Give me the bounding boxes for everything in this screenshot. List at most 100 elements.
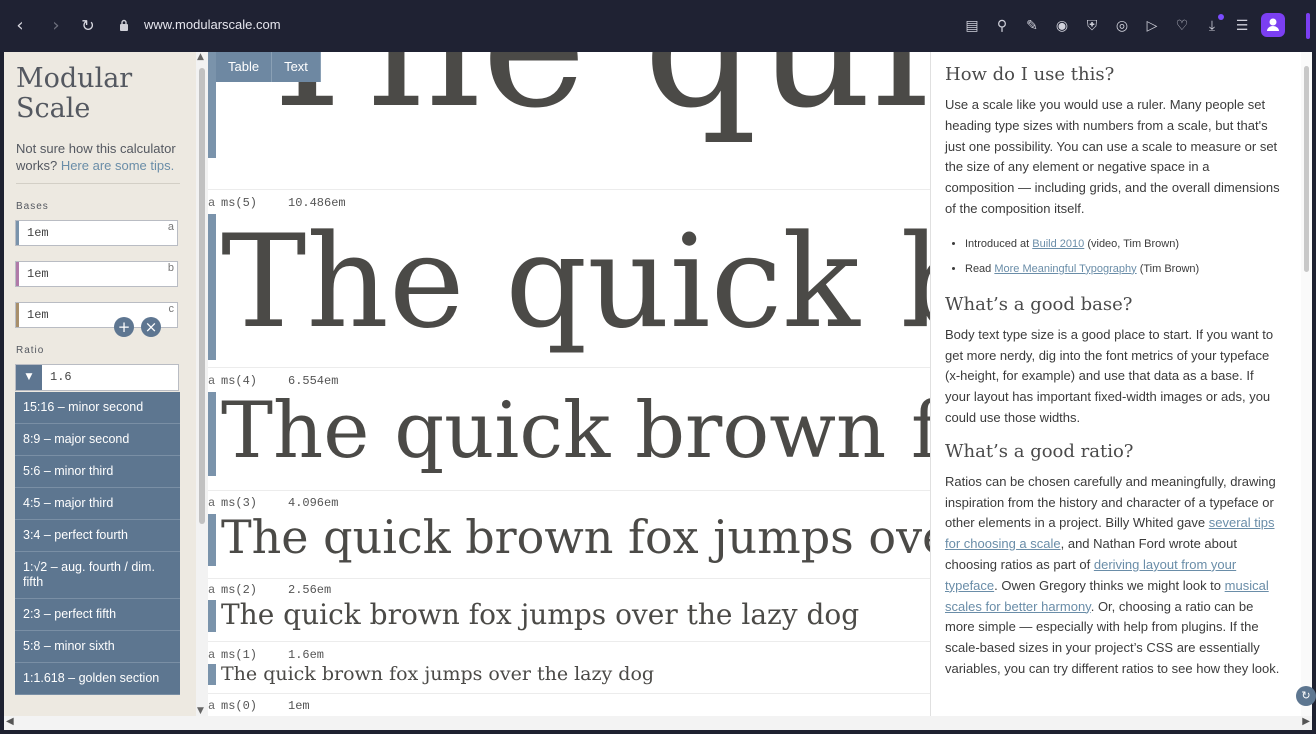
divider bbox=[16, 183, 180, 184]
ratio-label: Ratio bbox=[16, 345, 45, 356]
base-a-field[interactable]: 1em a bbox=[15, 220, 178, 246]
meaningful-typography-link[interactable]: More Meaningful Typography bbox=[994, 263, 1136, 275]
logo-line-2: Scale bbox=[16, 93, 91, 124]
profile-icon[interactable] bbox=[1261, 13, 1285, 37]
help-heading-base: What’s a good base? bbox=[945, 293, 1133, 315]
site-logo[interactable]: Modular Scale bbox=[16, 64, 132, 124]
base-a-value[interactable]: 1em bbox=[27, 226, 49, 240]
sidebar-scrollbar[interactable]: ▲ ▼ bbox=[196, 52, 208, 716]
menu-icon[interactable]: ☰ bbox=[1232, 16, 1252, 36]
scale-bar bbox=[208, 514, 216, 566]
base-b-value[interactable]: 1em bbox=[27, 267, 49, 281]
tab-table[interactable]: Table bbox=[216, 52, 273, 82]
help-links-list: Introduced at Build 2010 (video, Tim Bro… bbox=[945, 232, 1281, 282]
shield-icon[interactable]: ⛨ bbox=[1082, 16, 1102, 36]
help-scrollbar[interactable] bbox=[1301, 52, 1312, 716]
sample-text: The quick brown fox bbox=[221, 386, 930, 476]
row-divider bbox=[208, 578, 930, 579]
base-b-field[interactable]: 1em b bbox=[15, 261, 178, 287]
scroll-left-icon[interactable]: ◀ bbox=[6, 716, 14, 727]
scroll-up-icon[interactable]: ▲ bbox=[197, 52, 204, 62]
em-value: 1.6em bbox=[288, 648, 325, 662]
translate-icon[interactable]: ◎ bbox=[1112, 16, 1132, 36]
edit-icon[interactable]: ✎ bbox=[1022, 16, 1042, 36]
help-heading-ratio: What’s a good ratio? bbox=[945, 440, 1134, 462]
ratio-option[interactable]: 1:√2 – aug. fourth / dim. fifth bbox=[15, 552, 180, 599]
base-a-key: a bbox=[167, 221, 174, 233]
help-panel: How do I use this? Use a scale like you … bbox=[930, 52, 1312, 716]
send-icon[interactable]: ▷ bbox=[1142, 16, 1162, 36]
scale-bar bbox=[208, 52, 216, 158]
list-item-text: (video, Tim Brown) bbox=[1084, 237, 1180, 250]
base-b-color-bar bbox=[16, 262, 19, 286]
tab-text[interactable]: Text bbox=[272, 52, 321, 82]
ratio-input[interactable]: 1.6 bbox=[50, 370, 72, 384]
remove-base-button[interactable]: × bbox=[141, 317, 161, 337]
row-divider bbox=[208, 693, 930, 694]
help-paragraph: Body text type size is a good place to s… bbox=[945, 326, 1274, 425]
base-marker: a bbox=[208, 196, 216, 210]
list-item: Introduced at Build 2010 (video, Tim Bro… bbox=[965, 232, 1281, 257]
add-base-button[interactable]: + bbox=[114, 317, 134, 337]
ratio-option[interactable]: 3:4 – perfect fourth bbox=[15, 520, 180, 552]
ratio-option[interactable]: 4:5 – major third bbox=[15, 488, 180, 520]
scale-row-ms0: a ms(0) 1em bbox=[208, 699, 930, 716]
forward-icon[interactable]: › bbox=[44, 14, 68, 38]
step-label: ms(1) bbox=[221, 648, 258, 662]
reader-view-icon[interactable]: ▤ bbox=[962, 16, 982, 36]
scale-bar bbox=[208, 214, 216, 360]
ratio-option[interactable]: 15:16 – minor second bbox=[15, 392, 180, 424]
camera-icon[interactable]: ◉ bbox=[1052, 16, 1072, 36]
ratio-option[interactable]: 2:3 – perfect fifth bbox=[15, 599, 180, 631]
back-icon[interactable]: ‹ bbox=[8, 14, 32, 38]
base-marker: a bbox=[208, 374, 216, 388]
scale-row-ms1: a ms(1) 1.6em The quick brown fox jumps … bbox=[208, 648, 930, 696]
ratio-option[interactable]: 1:1.618 – golden section bbox=[15, 663, 180, 695]
paragraph-text: . Owen Gregory thinks we might look to bbox=[994, 577, 1225, 593]
scale-row-ms4: a ms(4) 6.554em The quick brown fox bbox=[208, 374, 930, 491]
sample-text: The quic bbox=[248, 52, 930, 147]
help-paragraph: Ratios can be chosen carefully and meani… bbox=[945, 472, 1281, 680]
sample-text: The quick brown fox jumps over the lazy … bbox=[221, 598, 860, 631]
browser-toolbar: ‹ › ↻ www.modularscale.com ▤ ⚲ ✎ ◉ ⛨ ◎ ▷… bbox=[0, 0, 1316, 52]
heart-icon[interactable]: ♡ bbox=[1172, 16, 1192, 36]
scroll-down-icon[interactable]: ▼ bbox=[197, 706, 204, 716]
tips-link[interactable]: Here are some tips. bbox=[61, 158, 174, 173]
help-paragraph: Use a scale like you would use a ruler. … bbox=[945, 97, 1280, 216]
chevron-down-icon[interactable]: ▼ bbox=[16, 365, 42, 390]
scale-row-ms2: a ms(2) 2.56em The quick brown fox jumps… bbox=[208, 583, 930, 642]
scale-bar bbox=[208, 600, 216, 632]
scroll-thumb[interactable] bbox=[199, 68, 205, 524]
notification-dot bbox=[1218, 14, 1224, 20]
ratio-option[interactable]: 5:8 – minor sixth bbox=[15, 631, 180, 663]
em-value: 4.096em bbox=[288, 496, 339, 510]
ratio-select[interactable]: ▼ 1.6 bbox=[15, 364, 179, 391]
list-item-text: Introduced at bbox=[965, 237, 1033, 250]
scroll-thumb[interactable] bbox=[1304, 66, 1309, 272]
horizontal-scrollbar[interactable]: ◀ ▶ bbox=[4, 716, 1312, 730]
help-heading-usage: How do I use this? bbox=[945, 64, 1115, 85]
refresh-icon[interactable]: ↻ bbox=[1296, 686, 1316, 706]
scroll-right-icon[interactable]: ▶ bbox=[1302, 716, 1310, 727]
ratio-option[interactable]: 8:9 – major second bbox=[15, 424, 180, 456]
base-a-color-bar bbox=[16, 221, 19, 245]
reload-icon[interactable]: ↻ bbox=[76, 14, 100, 38]
bases-label: Bases bbox=[16, 201, 49, 212]
base-marker: a bbox=[208, 699, 216, 713]
base-c-value[interactable]: 1em bbox=[27, 308, 49, 322]
base-marker: a bbox=[208, 648, 216, 662]
step-label: ms(0) bbox=[221, 699, 258, 713]
tips-text: Not sure how this calculator works? Here… bbox=[16, 140, 184, 174]
list-item-text: (Tim Brown) bbox=[1136, 262, 1200, 275]
web-page: Modular Scale Not sure how this calculat… bbox=[4, 52, 1312, 716]
build-2010-link[interactable]: Build 2010 bbox=[1032, 238, 1084, 250]
list-item-text: Read bbox=[965, 262, 995, 275]
scale-row-ms5: a ms(5) 10.486em The quick bro bbox=[208, 196, 930, 368]
address-bar[interactable]: www.modularscale.com bbox=[144, 17, 281, 32]
sidebar-toggle[interactable] bbox=[1306, 13, 1310, 39]
base-b-key: b bbox=[167, 262, 174, 274]
zoom-search-icon[interactable]: ⚲ bbox=[992, 16, 1012, 36]
scale-preview: Table Text The quic a ms(5) 10.486em The… bbox=[208, 52, 930, 716]
em-value: 1em bbox=[288, 699, 310, 713]
ratio-option[interactable]: 5:6 – minor third bbox=[15, 456, 180, 488]
